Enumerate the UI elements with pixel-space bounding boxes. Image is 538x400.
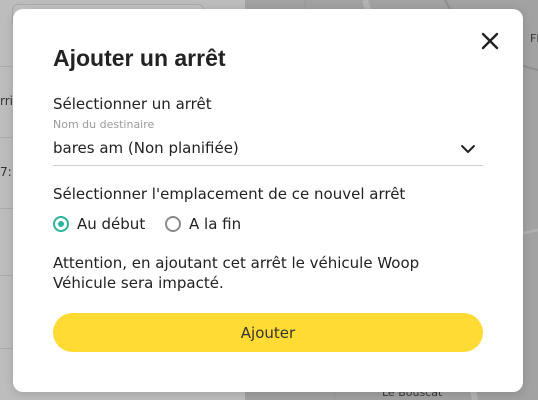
background-text-fragment: rri	[0, 94, 13, 108]
add-stop-dialog: Ajouter un arrêt Sélectionner un arrêt N…	[13, 9, 523, 392]
select-value: bares am (Non planifiée)	[53, 139, 239, 157]
add-stop-button[interactable]: Ajouter	[53, 313, 483, 352]
chevron-down-icon	[461, 145, 475, 153]
radio-button-checked[interactable]	[53, 216, 69, 232]
dialog-title: Ajouter un arrêt	[53, 45, 226, 71]
radio-label: A la fin	[189, 215, 242, 233]
close-icon	[481, 32, 499, 50]
close-button[interactable]	[478, 29, 502, 53]
radio-option-start[interactable]: Au début	[53, 213, 145, 235]
radio-label: Au début	[77, 215, 146, 233]
map-label: Fl	[530, 32, 538, 45]
select-stop-label: Sélectionner un arrêt	[53, 95, 212, 113]
stop-position-label: Sélectionner l'emplacement de ce nouvel …	[53, 185, 406, 203]
stop-select[interactable]: Nom du destinaire bares am (Non planifié…	[53, 118, 483, 166]
radio-option-end[interactable]: A la fin	[165, 213, 241, 235]
radio-button[interactable]	[165, 216, 181, 232]
select-caption: Nom du destinaire	[53, 118, 155, 131]
impact-warning: Attention, en ajoutant cet arrêt le véhi…	[53, 254, 420, 292]
